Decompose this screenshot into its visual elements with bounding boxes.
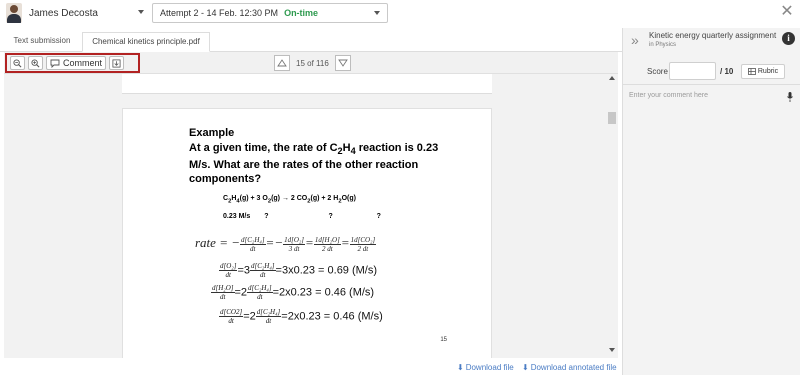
- rubric-label: Rubric: [757, 68, 779, 75]
- tab-pdf-file[interactable]: Chemical kinetics principle.pdf: [82, 32, 210, 52]
- comment-label: Comment: [62, 58, 102, 68]
- download-file-link[interactable]: ⬇ Download file: [457, 363, 514, 372]
- example-title: Example: [189, 127, 235, 139]
- h2o-rate-result: d[H₂O] dt =2 d[C₂H₄] dt =2x0.23 = 0.46 (M/s): [211, 284, 375, 301]
- rate-unknown: ?: [376, 213, 381, 220]
- panel-header: » Kinetic energy quarterly assignment in…: [623, 28, 800, 56]
- scroll-down-icon[interactable]: [609, 348, 615, 352]
- grading-panel: » Kinetic energy quarterly assignment in…: [622, 28, 800, 375]
- download-icon: [112, 58, 121, 68]
- attempt-status: On-time: [284, 8, 319, 18]
- next-page-button[interactable]: [334, 55, 351, 71]
- reaction-equation: C2H4(g) + 3 O2(g) → 2 CO2(g) + 2 H2O(g): [223, 195, 356, 205]
- result-text: =3x0.23 = 0.69 (M/s): [275, 264, 378, 277]
- attempt-label: Attempt 2 - 14 Feb. 12:30 PM: [160, 8, 279, 18]
- grading-screen: James Decosta Attempt 2 - 14 Feb. 12:30 …: [0, 0, 800, 375]
- result-text: =2x0.23 = 0.46 (M/s): [281, 310, 383, 323]
- rate-unknown: ?: [264, 213, 269, 220]
- document-canvas[interactable]: Example At a given time, the rate of C2H…: [4, 74, 618, 358]
- comment-placeholder: Enter your comment here: [629, 92, 708, 99]
- submission-tabs: Text submission Chemical kinetics princi…: [0, 28, 622, 52]
- student-name: James Decosta: [29, 7, 98, 19]
- score-max: / 10: [720, 67, 734, 76]
- rate-word: rate: [195, 235, 216, 250]
- zoom-in-button[interactable]: [28, 56, 43, 70]
- example-question: At a given time, the rate of C2H4 reacti…: [189, 142, 439, 186]
- assignment-title: Kinetic energy quarterly assignment: [649, 31, 777, 40]
- collapse-panel-icon[interactable]: »: [631, 32, 639, 48]
- triangle-up-icon: [277, 59, 287, 67]
- pdf-page: Example At a given time, the rate of C2H…: [122, 108, 492, 358]
- score-input[interactable]: [669, 62, 716, 80]
- rate-value: 0.23 M/s: [223, 213, 251, 220]
- rate-unknown: ?: [328, 213, 333, 220]
- microphone-icon[interactable]: [787, 92, 793, 102]
- viewer-toolbar: Comment 15 of 116: [4, 52, 618, 74]
- chevron-down-icon: [374, 11, 380, 15]
- prev-page-button[interactable]: [274, 55, 290, 71]
- download-icon: ⬇: [457, 363, 464, 372]
- comment-field[interactable]: Enter your comment here: [623, 86, 800, 375]
- top-bar: James Decosta Attempt 2 - 14 Feb. 12:30 …: [0, 0, 800, 28]
- scroll-up-icon[interactable]: [609, 76, 615, 80]
- close-icon[interactable]: ✕: [780, 3, 794, 21]
- vertical-scrollbar[interactable]: [608, 74, 616, 358]
- rubric-button[interactable]: Rubric: [741, 64, 785, 79]
- rate-expression: rate = − d[C₂H₄] dt =− 1d[O₂] 3 dt = 1d[H₂O] 2 d…: [195, 235, 377, 253]
- comment-button[interactable]: Comment: [46, 56, 106, 70]
- download-annotated-label: Download annotated file: [530, 363, 617, 372]
- download-annotated-link[interactable]: ⬇ Download annotated file: [522, 363, 617, 372]
- o2-rate-result: d[O₂] dt =3 d[C₂H₄] dt =3x0.23 = 0.69 (M/s): [219, 262, 378, 279]
- reaction-rates-row: 0.23 M/s ? ? ?: [223, 213, 381, 220]
- avatar: [6, 3, 22, 23]
- page-navigator: 15 of 116: [274, 54, 351, 72]
- zoom-out-icon: [13, 58, 22, 67]
- co2-rate-result: d[CO2] dt =2 d[C₂H₄] dt =2x0.23 = 0.46 (M/s): [219, 308, 383, 325]
- scroll-thumb[interactable]: [608, 112, 616, 124]
- download-links: ⬇ Download file ⬇ Download annotated file: [0, 362, 622, 375]
- annotation-tools: Comment: [5, 53, 140, 73]
- previous-page: [122, 74, 492, 94]
- triangle-down-icon: [337, 59, 348, 67]
- page-indicator: 15 of 116: [296, 58, 329, 68]
- document-viewer: Text submission Chemical kinetics princi…: [0, 28, 622, 375]
- score-label: Score: [647, 67, 668, 76]
- result-text: =2x0.23 = 0.46 (M/s): [272, 286, 375, 299]
- comment-icon: [50, 59, 60, 68]
- zoom-in-icon: [31, 58, 40, 67]
- download-icon: ⬇: [522, 363, 529, 372]
- tab-text-submission[interactable]: Text submission: [4, 32, 80, 52]
- info-icon[interactable]: i: [782, 32, 795, 45]
- download-button[interactable]: [109, 56, 124, 70]
- download-file-label: Download file: [465, 363, 514, 372]
- chevron-down-icon: [138, 10, 144, 14]
- assignment-subject: in Physics: [649, 42, 677, 48]
- rubric-icon: [747, 68, 756, 75]
- zoom-out-button[interactable]: [10, 56, 25, 70]
- attempt-selector[interactable]: Attempt 2 - 14 Feb. 12:30 PM On-time: [152, 3, 388, 23]
- page-number: 15: [440, 337, 447, 343]
- student-selector[interactable]: James Decosta: [6, 2, 144, 24]
- score-row: Score / 10 Rubric: [623, 59, 800, 85]
